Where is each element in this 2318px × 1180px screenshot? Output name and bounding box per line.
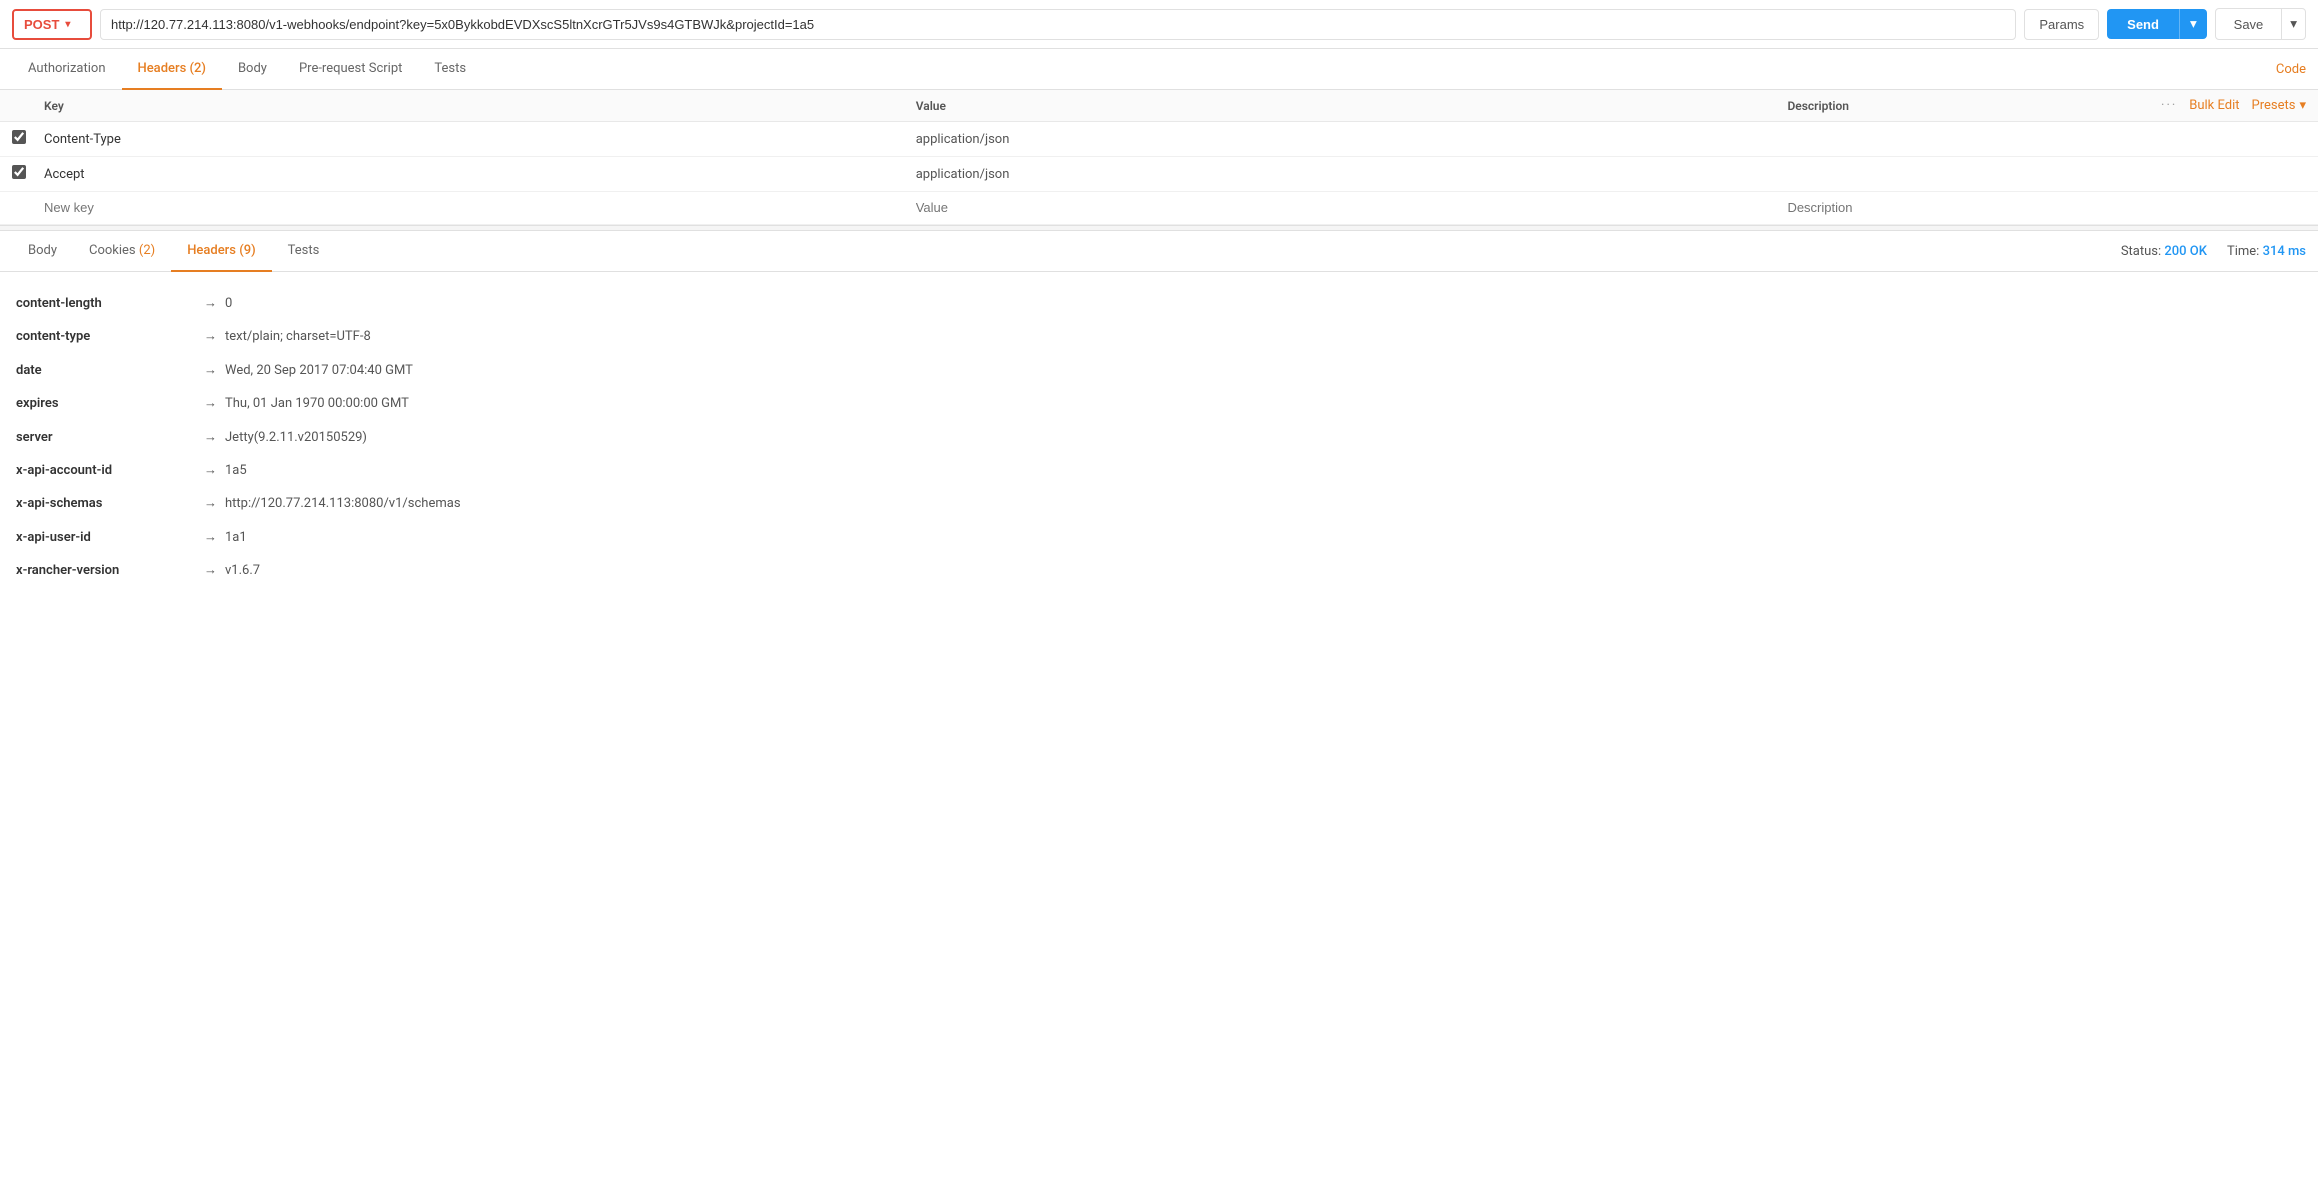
send-dropdown-button[interactable]: ▾ <box>2179 9 2207 39</box>
save-group: Save ▾ <box>2215 8 2306 40</box>
resp-header-value: 1a5 <box>225 459 247 482</box>
resp-header-key: content-length <box>16 292 196 315</box>
response-header-row: server → Jetty(9.2.11.v20150529) <box>16 426 2302 449</box>
tab-prerequest[interactable]: Pre-request Script <box>283 49 418 90</box>
tab-body-request[interactable]: Body <box>222 49 283 90</box>
response-header-row: x-rancher-version → v1.6.7 <box>16 559 2302 582</box>
header-row-1: Content-Type application/json <box>0 122 2318 157</box>
resp-header-key: expires <box>16 392 196 415</box>
checkbox-cell-1[interactable] <box>12 130 44 148</box>
resp-header-value: 0 <box>225 292 232 315</box>
resp-headers-badge: (9) <box>239 243 255 258</box>
resp-header-key: x-api-user-id <box>16 526 196 549</box>
method-dropdown[interactable]: POST ▾ <box>12 9 92 40</box>
arrow-icon: → <box>204 292 217 315</box>
resp-header-key: server <box>16 426 196 449</box>
header-row-2: Accept application/json <box>0 157 2318 192</box>
header-value-1: application/json <box>916 132 1788 147</box>
resp-header-value: v1.6.7 <box>225 559 260 582</box>
tab-tests-request[interactable]: Tests <box>418 49 482 90</box>
resp-header-key: date <box>16 359 196 382</box>
tab-cookies-response[interactable]: Cookies (2) <box>73 231 171 272</box>
response-header-row: x-api-account-id → 1a5 <box>16 459 2302 482</box>
resp-header-value: text/plain; charset=UTF-8 <box>225 325 371 348</box>
request-tabs: Authorization Headers (2) Body Pre-reque… <box>0 49 2318 90</box>
header-actions: ··· Bulk Edit Presets ▾ <box>2161 98 2306 113</box>
checkbox-cell-2[interactable] <box>12 165 44 183</box>
new-desc-input[interactable] <box>1787 200 2306 215</box>
tab-headers-request[interactable]: Headers (2) <box>122 49 222 90</box>
send-button[interactable]: Send <box>2107 9 2179 39</box>
tab-body-response[interactable]: Body <box>12 231 73 272</box>
headers-badge: (2) <box>190 61 206 76</box>
status-label: Status: <box>2121 244 2161 259</box>
arrow-icon: → <box>204 426 217 449</box>
resp-header-key: x-api-schemas <box>16 492 196 515</box>
headers-section: Key Value Description ··· Bulk Edit Pres… <box>0 90 2318 225</box>
response-status: Status: 200 OK Time: 314 ms <box>2121 232 2306 271</box>
new-key-input[interactable] <box>44 200 916 215</box>
response-headers-body: content-length → 0 content-type → text/p… <box>0 272 2318 613</box>
header-checkbox-1[interactable] <box>12 130 26 144</box>
header-checkbox-2[interactable] <box>12 165 26 179</box>
resp-header-value: http://120.77.214.113:8080/v1/schemas <box>225 492 461 515</box>
save-button[interactable]: Save <box>2215 8 2283 40</box>
params-button[interactable]: Params <box>2024 9 2099 40</box>
status-value: 200 OK <box>2164 244 2207 259</box>
method-label: POST <box>24 17 59 32</box>
col-value: Value <box>916 99 1788 113</box>
bulk-edit-button[interactable]: Bulk Edit <box>2189 98 2239 113</box>
header-value-2: application/json <box>916 167 1788 182</box>
code-link[interactable]: Code <box>2276 50 2306 89</box>
cookies-badge: (2) <box>139 243 155 258</box>
arrow-icon: → <box>204 359 217 382</box>
arrow-icon: → <box>204 325 217 348</box>
col-key: Key <box>44 99 916 113</box>
headers-table-header: Key Value Description ··· Bulk Edit Pres… <box>0 90 2318 122</box>
new-value-input[interactable] <box>916 200 1788 215</box>
tab-headers-response[interactable]: Headers (9) <box>171 231 271 272</box>
resp-header-value: Wed, 20 Sep 2017 07:04:40 GMT <box>225 359 413 382</box>
top-bar: POST ▾ Params Send ▾ Save ▾ <box>0 0 2318 49</box>
arrow-icon: → <box>204 459 217 482</box>
send-group: Send ▾ <box>2107 9 2207 39</box>
response-header-row: x-api-schemas → http://120.77.214.113:80… <box>16 492 2302 515</box>
response-header-row: date → Wed, 20 Sep 2017 07:04:40 GMT <box>16 359 2302 382</box>
more-options-icon[interactable]: ··· <box>2161 98 2177 113</box>
header-key-1: Content-Type <box>44 132 916 147</box>
response-header-row: x-api-user-id → 1a1 <box>16 526 2302 549</box>
new-header-row <box>0 192 2318 225</box>
resp-header-value: Jetty(9.2.11.v20150529) <box>225 426 367 449</box>
resp-header-key: x-rancher-version <box>16 559 196 582</box>
resp-header-value: Thu, 01 Jan 1970 00:00:00 GMT <box>225 392 409 415</box>
resp-header-key: content-type <box>16 325 196 348</box>
arrow-icon: → <box>204 526 217 549</box>
response-tabs: Body Cookies (2) Headers (9) Tests Statu… <box>0 231 2318 272</box>
response-header-row: expires → Thu, 01 Jan 1970 00:00:00 GMT <box>16 392 2302 415</box>
tab-tests-response[interactable]: Tests <box>272 231 336 272</box>
response-header-row: content-length → 0 <box>16 292 2302 315</box>
presets-chevron-icon: ▾ <box>2299 98 2306 113</box>
resp-header-value: 1a1 <box>225 526 247 549</box>
resp-header-key: x-api-account-id <box>16 459 196 482</box>
presets-button[interactable]: Presets ▾ <box>2252 98 2306 113</box>
time-label: Time: <box>2227 244 2259 259</box>
method-chevron-icon: ▾ <box>65 19 70 30</box>
response-header-row: content-type → text/plain; charset=UTF-8 <box>16 325 2302 348</box>
tab-authorization[interactable]: Authorization <box>12 49 122 90</box>
arrow-icon: → <box>204 559 217 582</box>
time-value: 314 ms <box>2263 244 2306 259</box>
header-key-2: Accept <box>44 167 916 182</box>
arrow-icon: → <box>204 392 217 415</box>
url-input[interactable] <box>100 9 2016 40</box>
col-description: Description <box>1787 99 2161 113</box>
arrow-icon: → <box>204 492 217 515</box>
save-dropdown-button[interactable]: ▾ <box>2282 8 2306 40</box>
